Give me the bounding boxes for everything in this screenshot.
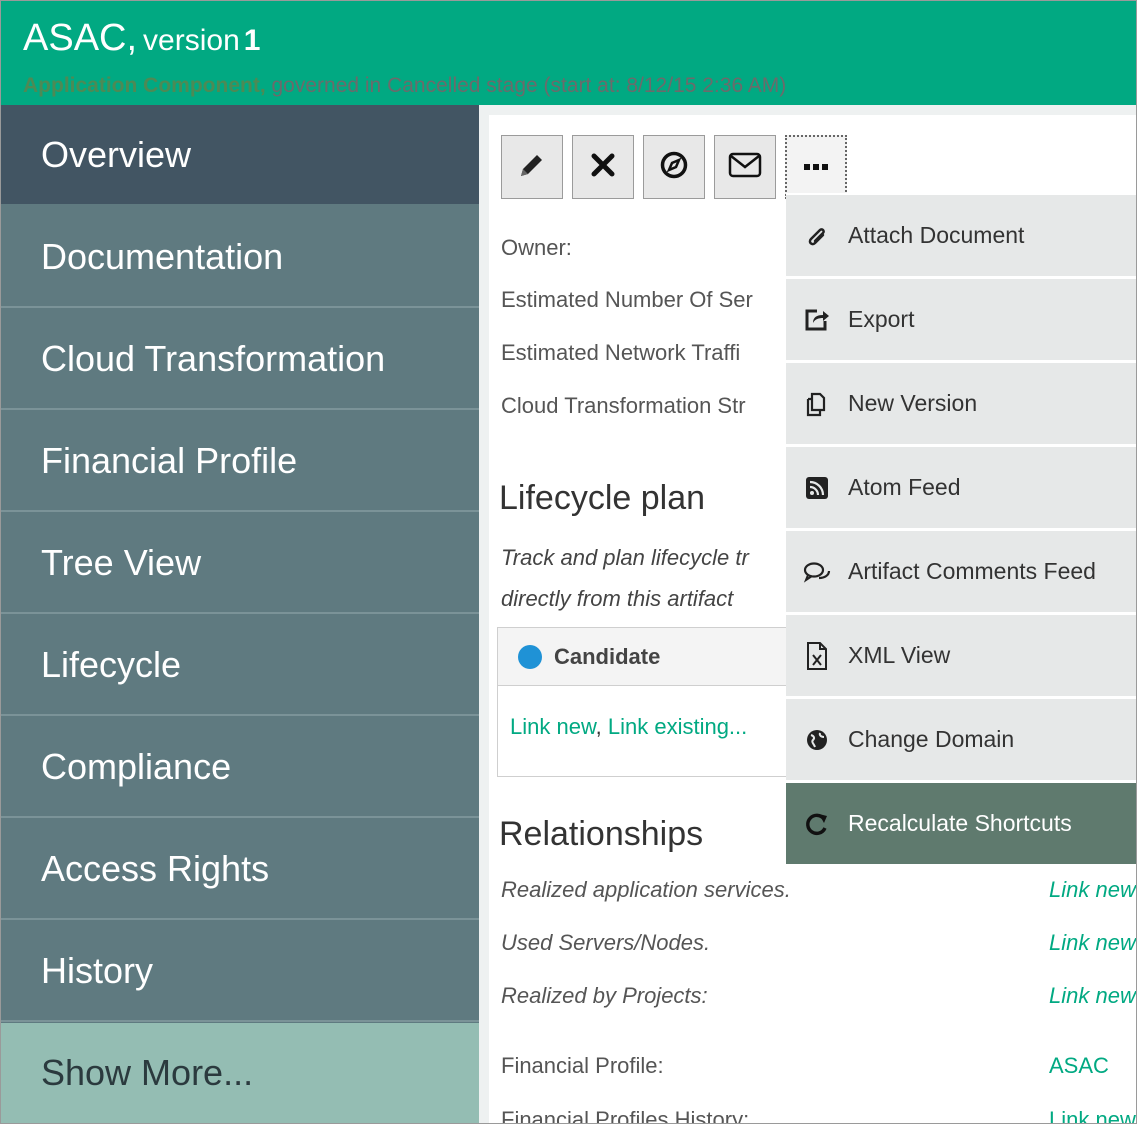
financial-history-link[interactable]: Link new: [1049, 1107, 1136, 1123]
relationship-label: Realized by Projects:: [501, 983, 708, 1008]
page-subtitle: Application Component, governed in Cance…: [23, 74, 786, 98]
relationship-label: Realized application services.: [501, 877, 791, 902]
financial-history-label: Financial Profiles History:: [501, 1107, 750, 1124]
sidebar-item-overview[interactable]: Overview: [1, 105, 479, 206]
artifact-name: ASAC,: [23, 17, 138, 59]
owner-label: Owner:: [501, 235, 572, 260]
menu-item-label: Change Domain: [848, 726, 1015, 752]
version-number: 1: [243, 24, 261, 57]
menu-item-change-domain[interactable]: Change Domain: [786, 699, 1136, 780]
envelope-icon: [728, 151, 762, 184]
sidebar-item-show-more[interactable]: Show More...: [1, 1023, 479, 1123]
lifecycle-heading: Lifecycle plan: [499, 479, 706, 517]
pencil-icon: [517, 150, 547, 185]
sidebar-item-access-rights[interactable]: Access Rights: [1, 819, 479, 920]
version-word: version: [143, 24, 240, 57]
email-button[interactable]: [714, 135, 776, 199]
menu-item-artifact-comments-feed[interactable]: Artifact Comments Feed: [786, 531, 1136, 612]
candidate-label: Candidate: [554, 644, 661, 669]
financial-profile-value[interactable]: ASAC: [1049, 1053, 1109, 1079]
menu-item-export[interactable]: Export: [786, 279, 1136, 360]
link-separator: ,: [595, 714, 608, 739]
sidebar-item-history[interactable]: History: [1, 921, 479, 1022]
link-new[interactable]: Link new: [510, 714, 596, 739]
financial-profile-label: Financial Profile:: [501, 1053, 664, 1078]
estimated-traffic-label: Estimated Network Traffi: [501, 340, 741, 365]
export-icon: [786, 307, 848, 333]
candidate-links: Link new, Link existing...: [510, 714, 747, 740]
comments-icon: [786, 559, 848, 585]
link-existing[interactable]: Link existing...: [608, 714, 747, 739]
sidebar-item-documentation[interactable]: Documentation: [1, 207, 479, 308]
candidate-box: Candidate Link new, Link existing...: [497, 627, 798, 777]
menu-item-atom-feed[interactable]: Atom Feed: [786, 447, 1136, 528]
page-header: ASAC, version 1 Application Component, gov…: [1, 1, 1136, 105]
estimated-servers-label: Estimated Number Of Ser: [501, 287, 753, 312]
menu-item-label: Recalculate Shortcuts: [848, 810, 1072, 836]
candidate-status-dot: [518, 645, 542, 669]
navigate-button[interactable]: [643, 135, 705, 199]
compass-icon: [659, 150, 689, 185]
sidebar-item-cloud-transformation[interactable]: Cloud Transformation: [1, 309, 479, 410]
edit-button[interactable]: [501, 135, 563, 199]
more-actions-button[interactable]: [785, 135, 847, 199]
sidebar: Overview Documentation Cloud Transformat…: [1, 105, 479, 1123]
menu-item-label: Artifact Comments Feed: [848, 558, 1096, 584]
menu-item-label: XML View: [848, 642, 951, 668]
menu-item-label: Attach Document: [848, 222, 1025, 248]
sidebar-item-lifecycle[interactable]: Lifecycle: [1, 615, 479, 716]
artifact-page: ASAC, version 1 Application Component, gov…: [0, 0, 1137, 1124]
artifact-type: Application Component,: [23, 74, 266, 97]
menu-item-new-version[interactable]: New Version: [786, 363, 1136, 444]
lifecycle-desc-line1: Track and plan lifecycle tr: [501, 545, 749, 570]
copy-icon: [786, 390, 848, 418]
cloud-strategy-label: Cloud Transformation Str: [501, 393, 746, 418]
more-actions-menu: Attach Document Export New Version Atom …: [786, 193, 1136, 864]
delete-button[interactable]: [572, 135, 634, 199]
page-title: ASAC, version 1: [23, 17, 260, 60]
menu-item-recalculate-shortcuts[interactable]: Recalculate Shortcuts: [786, 783, 1136, 864]
relationship-label: Used Servers/Nodes.: [501, 930, 711, 955]
menu-item-xml-view[interactable]: XML View: [786, 615, 1136, 696]
globe-icon: [786, 728, 848, 752]
menu-item-label: Atom Feed: [848, 474, 961, 500]
candidate-header: Candidate: [498, 628, 798, 686]
sidebar-item-tree-view[interactable]: Tree View: [1, 513, 479, 614]
sidebar-item-compliance[interactable]: Compliance: [1, 717, 479, 818]
paperclip-icon: [786, 223, 848, 249]
xml-file-icon: [786, 641, 848, 671]
relationship-link-new[interactable]: Link new: [1049, 930, 1136, 956]
lifecycle-desc-line2: directly from this artifact: [501, 586, 734, 611]
relationship-link-new[interactable]: Link new: [1049, 983, 1136, 1009]
governance-status: governed in Cancelled stage (start at: 8…: [265, 74, 787, 97]
sidebar-item-financial-profile[interactable]: Financial Profile: [1, 411, 479, 512]
relationship-link-new[interactable]: Link new: [1049, 877, 1136, 903]
more-icon: [804, 158, 828, 176]
relationships-heading: Relationships: [499, 815, 704, 853]
rss-icon: [786, 476, 848, 500]
refresh-icon: [786, 811, 848, 837]
menu-item-label: New Version: [848, 390, 978, 416]
menu-item-label: Export: [848, 306, 915, 332]
menu-item-attach-document[interactable]: Attach Document: [786, 195, 1136, 276]
close-icon: [590, 152, 616, 183]
